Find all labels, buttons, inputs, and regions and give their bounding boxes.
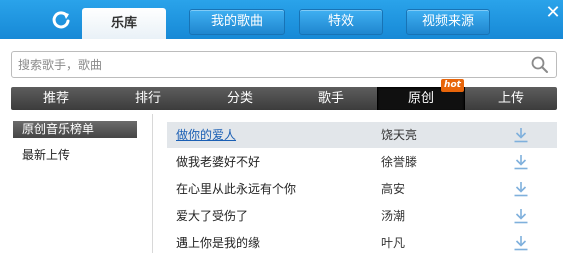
nav-singer[interactable]: 歌手 [285, 87, 377, 110]
search-input[interactable] [12, 52, 522, 77]
song-row[interactable]: 做你的爱人 饶天亮 [167, 122, 557, 148]
song-artist[interactable]: 徐誉滕 [381, 149, 417, 175]
download-icon[interactable] [513, 208, 529, 224]
sidebar-item-original-chart[interactable]: 原创音乐榜单 [13, 121, 137, 138]
download-icon[interactable] [513, 181, 529, 197]
tab-library[interactable]: 乐库 [82, 8, 166, 39]
tab-my-songs[interactable]: 我的歌曲 [189, 9, 285, 35]
download-icon[interactable] [513, 154, 529, 170]
category-nav: 推荐 排行 分类 歌手 原创 上传 [11, 87, 557, 110]
close-icon[interactable]: ✕ [545, 4, 561, 22]
song-title[interactable]: 在心里从此永远有个你 [176, 176, 296, 202]
hot-badge: hot [441, 79, 464, 92]
sidebar: 原创音乐榜单 最新上传 [0, 114, 153, 253]
download-icon[interactable] [513, 235, 529, 251]
tab-video-source[interactable]: 视频来源 [406, 9, 490, 35]
nav-recommend[interactable]: 推荐 [11, 87, 101, 110]
song-row[interactable]: 做我老婆好不好 徐誉滕 [167, 149, 557, 175]
nav-upload[interactable]: 上传 [465, 87, 557, 110]
song-row[interactable]: 遇上你是我的缘 叶凡 [167, 230, 557, 253]
song-title[interactable]: 爱大了受伤了 [176, 203, 248, 229]
tab-effects[interactable]: 特效 [299, 9, 383, 35]
song-artist[interactable]: 饶天亮 [381, 122, 417, 148]
nav-category[interactable]: 分类 [195, 87, 285, 110]
top-bar: 乐库 我的歌曲 特效 视频来源 ✕ [0, 0, 563, 39]
song-title[interactable]: 遇上你是我的缘 [176, 230, 260, 253]
sidebar-item-latest-upload[interactable]: 最新上传 [13, 147, 137, 164]
song-title[interactable]: 做你的爱人 [176, 122, 236, 148]
song-row[interactable]: 爱大了受伤了 汤潮 [167, 203, 557, 229]
refresh-icon[interactable] [50, 9, 72, 31]
song-artist[interactable]: 高安 [381, 176, 405, 202]
nav-rank[interactable]: 排行 [101, 87, 195, 110]
song-row[interactable]: 在心里从此永远有个你 高安 [167, 176, 557, 202]
song-artist[interactable]: 叶凡 [381, 230, 405, 253]
download-icon[interactable] [513, 127, 529, 143]
song-artist[interactable]: 汤潮 [381, 203, 405, 229]
song-title[interactable]: 做我老婆好不好 [176, 149, 260, 175]
search-icon[interactable] [530, 55, 550, 75]
search-box [11, 51, 557, 78]
